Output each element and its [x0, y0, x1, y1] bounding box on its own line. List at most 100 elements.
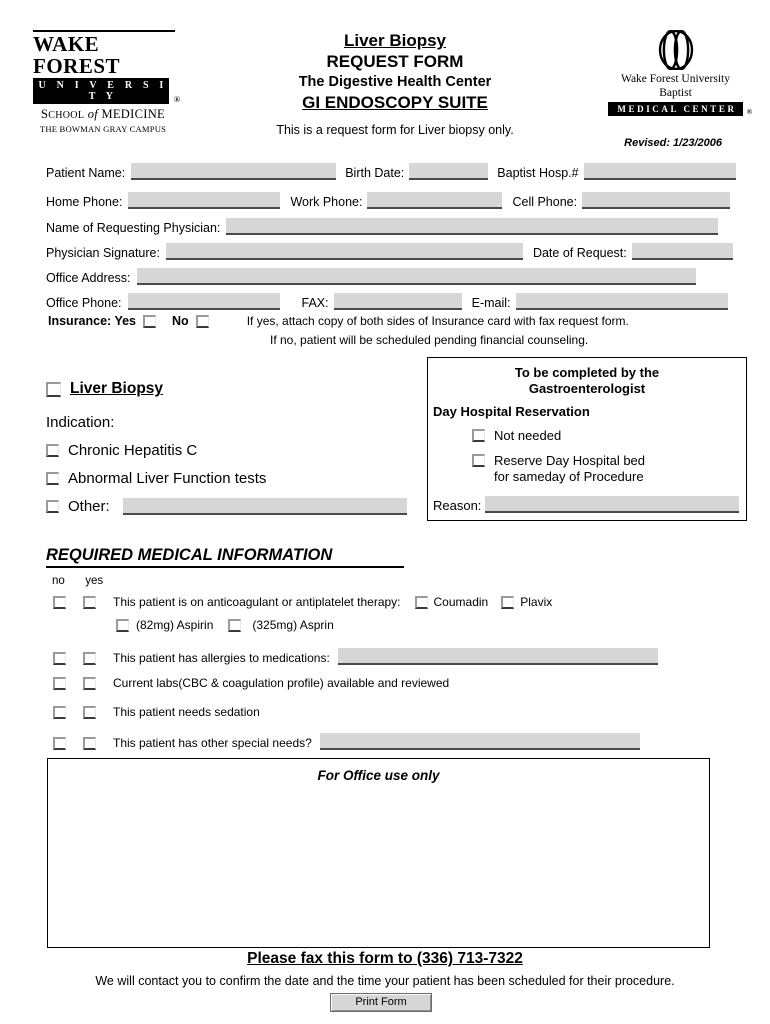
liver-biopsy-heading-row: Liver Biopsy — [46, 380, 421, 398]
cell-phone-input[interactable] — [582, 192, 731, 209]
insurance-no-checkbox[interactable] — [195, 314, 209, 328]
medicine-word: MEDICINE — [101, 107, 165, 121]
abnormal-liver-function-checkbox[interactable] — [46, 472, 59, 485]
wake-forest-wordmark: WAKE FOREST — [33, 32, 121, 78]
plavix-checkbox[interactable] — [501, 595, 515, 609]
question-sedation-row: This patient needs sedation — [53, 705, 260, 719]
insurance-no-label: No — [172, 314, 189, 328]
office-use-only-title: For Office use only — [317, 768, 440, 783]
question-checkbox-group — [53, 595, 96, 609]
indication-option-abnormal-liver-function: Abnormal Liver Function tests — [46, 470, 421, 487]
baptist-medical-center-logo: Wake Forest University Baptist MEDICAL C… — [608, 29, 752, 116]
question-checkbox-group — [53, 652, 96, 665]
other-indication-checkbox[interactable] — [46, 500, 59, 513]
anticoagulant-no-checkbox[interactable] — [53, 595, 66, 609]
registered-mark-icon: ® — [746, 108, 752, 116]
date-of-request-label: Date of Request: — [532, 246, 627, 260]
plavix-label: Plavix — [520, 595, 553, 609]
current-labs-yes-checkbox[interactable] — [83, 676, 96, 690]
office-address-input[interactable] — [136, 268, 696, 285]
sedation-no-checkbox[interactable] — [53, 705, 66, 719]
school-smallcaps: CHOOL — [48, 110, 85, 121]
question-allergies-row: This patient has allergies to medication… — [53, 648, 658, 665]
revised-date: Revised: 1/23/2006 — [624, 137, 722, 149]
requesting-physician-input[interactable] — [226, 218, 719, 235]
wake-forest-university-logo: WAKE FOREST U N I V E R S I T Y ® SCHOOL… — [33, 30, 183, 134]
special-needs-yes-checkbox[interactable] — [83, 737, 96, 750]
baptist-hosp-input[interactable] — [583, 163, 736, 180]
question-text: This patient is on anticoagulant or anti… — [113, 595, 401, 609]
work-phone-input[interactable] — [367, 192, 503, 209]
university-bar: U N I V E R S I T Y ® — [33, 78, 180, 104]
indication-option-chronic-hepatitis-c: Chronic Hepatitis C — [46, 442, 421, 459]
insurance-note-no: If no, patient will be scheduled pending… — [270, 333, 589, 347]
day-hospital-option-not-needed: Not needed — [428, 428, 746, 444]
gi-endoscopy-suite-title: GI ENDOSCOPY SUITE — [302, 93, 488, 112]
aspirin-82mg-checkbox[interactable] — [116, 618, 129, 632]
not-needed-checkbox[interactable] — [472, 429, 485, 442]
print-form-button[interactable]: Print Form — [330, 993, 432, 1012]
medical-center-bar: MEDICAL CENTER ® — [608, 102, 752, 116]
office-phone-input[interactable] — [127, 293, 280, 310]
liver-biopsy-heading: Liver Biopsy — [70, 380, 164, 397]
special-needs-input[interactable] — [319, 733, 640, 750]
indication-option-other: Other: — [46, 498, 421, 515]
day-hospital-option-label: Not needed — [494, 428, 562, 443]
day-hospital-option-reserve-bed: Reserve Day Hospital bed for sameday of … — [428, 453, 746, 485]
gastroenterologist-title: To be completed by the Gastroenterologis… — [428, 358, 746, 397]
allergies-no-checkbox[interactable] — [53, 652, 66, 665]
physician-signature-row: Physician Signature: Date of Request: — [46, 243, 733, 260]
anticoagulant-yes-checkbox[interactable] — [83, 595, 96, 609]
liver-biopsy-section: Liver Biopsy Indication: Chronic Hepatit… — [46, 380, 421, 515]
insurance-yes-label: Insurance: Yes — [48, 314, 137, 328]
reserve-bed-checkbox[interactable] — [472, 454, 485, 467]
fax-label: FAX: — [301, 296, 329, 310]
reserve-bed-line2: for sameday of Procedure — [494, 469, 644, 484]
liver-biopsy-checkbox[interactable] — [46, 381, 61, 397]
requesting-physician-row: Name of Requesting Physician: — [46, 218, 719, 235]
allergies-yes-checkbox[interactable] — [83, 652, 96, 665]
reason-label: Reason: — [433, 498, 482, 513]
insurance-yes-checkbox[interactable] — [143, 314, 157, 328]
indication-label: Indication: — [46, 414, 115, 431]
question-checkbox-group — [53, 705, 96, 719]
chronic-hepatitis-c-checkbox[interactable] — [46, 444, 59, 457]
reason-input[interactable] — [485, 496, 740, 513]
school-of-medicine-text: SCHOOL of MEDICINE — [33, 107, 173, 122]
requesting-physician-label: Name of Requesting Physician: — [46, 221, 221, 235]
reserve-bed-line1: Reserve Day Hospital bed — [494, 453, 646, 468]
request-form-title: REQUEST FORM — [326, 52, 464, 71]
baptist-symbol-icon — [653, 29, 699, 71]
allergies-input[interactable] — [337, 648, 658, 665]
day-hospital-reservation-label: Day Hospital Reservation — [433, 404, 590, 419]
question-special-needs-row: This patient has other special needs? — [53, 733, 640, 750]
patient-name-input[interactable] — [131, 163, 337, 180]
aspirin-325mg-checkbox[interactable] — [228, 618, 242, 632]
insurance-note-yes: If yes, attach copy of both sides of Ins… — [246, 314, 629, 328]
form-subtitle: This is a request form for Liver biopsy … — [276, 123, 514, 137]
patient-name-label: Patient Name: — [46, 166, 126, 180]
birth-date-label: Birth Date: — [345, 166, 405, 180]
contact-instruction: We will contact you to confirm the date … — [95, 974, 675, 988]
question-text: This patient needs sedation — [113, 705, 260, 719]
gastroenterologist-box: To be completed by the Gastroenterologis… — [427, 357, 747, 521]
current-labs-no-checkbox[interactable] — [53, 676, 66, 690]
email-input[interactable] — [515, 293, 728, 310]
home-phone-input[interactable] — [128, 192, 281, 209]
fax-input[interactable] — [333, 293, 462, 310]
coumadin-checkbox[interactable] — [414, 595, 428, 609]
date-of-request-input[interactable] — [631, 243, 733, 260]
special-needs-no-checkbox[interactable] — [53, 737, 66, 750]
office-phone-label: Office Phone: — [46, 296, 122, 310]
other-indication-input[interactable] — [122, 498, 407, 515]
physician-signature-input[interactable] — [165, 243, 523, 260]
page-title: Liver Biopsy — [343, 31, 447, 50]
cell-phone-label: Cell Phone: — [512, 195, 578, 209]
physician-signature-label: Physician Signature: — [46, 246, 160, 260]
column-label-no: no — [52, 575, 65, 587]
aspirin-row: (82mg) Aspirin (325mg) Asprin — [116, 618, 334, 632]
digestive-health-center-title: The Digestive Health Center — [298, 74, 492, 90]
birth-date-input[interactable] — [409, 163, 489, 180]
sedation-yes-checkbox[interactable] — [83, 705, 96, 719]
gastroenterologist-title-line1: To be completed by the — [514, 365, 660, 380]
